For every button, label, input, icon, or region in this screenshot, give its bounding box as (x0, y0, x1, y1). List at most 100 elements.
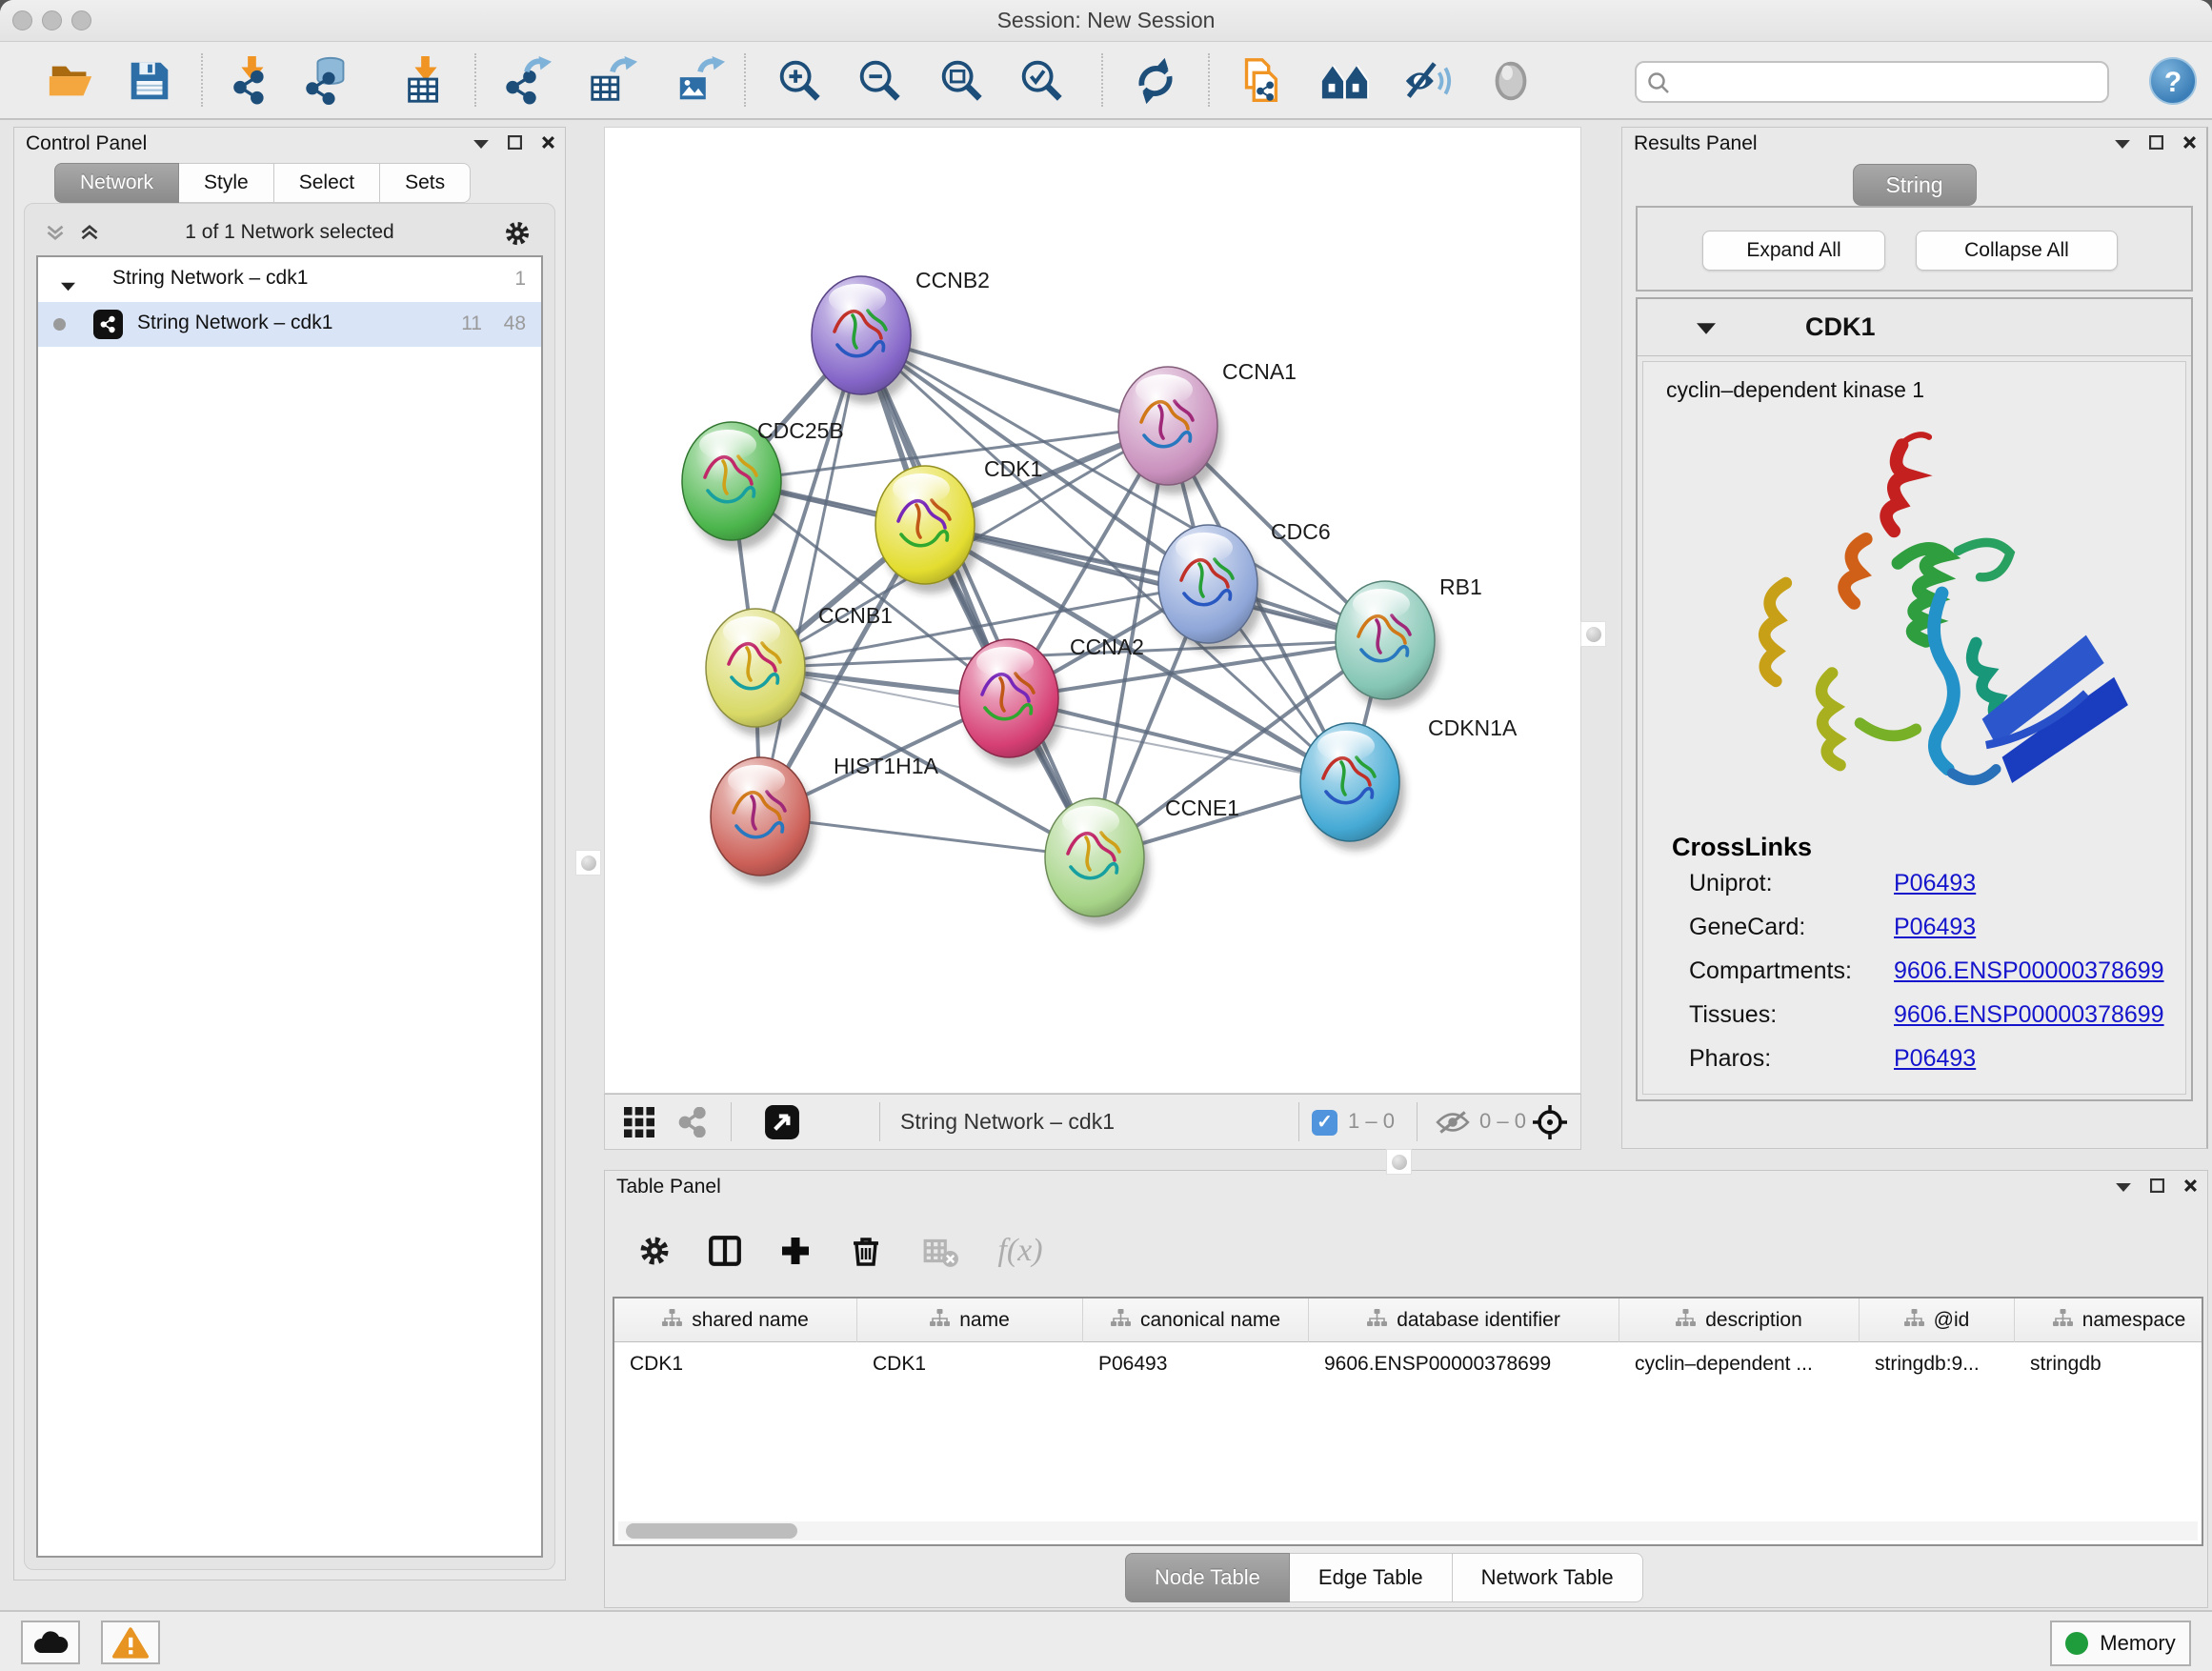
network-node-CDKN1A[interactable] (1300, 723, 1405, 851)
panel-collapse-icon[interactable] (2116, 1179, 2131, 1197)
first-neighbors-button[interactable] (1317, 53, 1373, 109)
crosslink-label: Tissues: (1689, 1001, 1777, 1029)
tab-style[interactable]: Style (179, 163, 274, 203)
column-header-shared-name[interactable]: shared name (614, 1299, 857, 1342)
node-label-HIST1H1A: HIST1H1A (834, 754, 939, 778)
crosslink-link[interactable]: P06493 (1894, 1045, 1976, 1073)
zoom-selected-button[interactable] (1014, 53, 1069, 109)
column-header--id[interactable]: @id (1860, 1299, 2015, 1342)
column-header-canonical-name[interactable]: canonical name (1083, 1299, 1309, 1342)
network-node-CDC6[interactable] (1158, 525, 1263, 653)
network-row-selected[interactable]: String Network – cdk1 11 48 (38, 302, 541, 347)
zoom-out-button[interactable] (852, 53, 907, 109)
share-view-icon[interactable] (668, 1097, 717, 1147)
birds-eye-toggle-icon[interactable] (757, 1097, 807, 1147)
column-header-database-identifier[interactable]: database identifier (1309, 1299, 1619, 1342)
network-graph[interactable]: CCNB2CCNA1CDC25BCDK1CDC6RB1CCNB1CCNA2CDK… (605, 128, 1582, 1095)
bottom-splitter-handle[interactable] (1386, 1149, 1412, 1175)
clone-network-button[interactable] (1233, 53, 1288, 109)
column-header-description[interactable]: description (1619, 1299, 1860, 1342)
tab-network-table[interactable]: Network Table (1453, 1553, 1643, 1602)
network-node-CCNA2[interactable] (959, 639, 1064, 767)
panel-collapse-icon[interactable] (2115, 136, 2130, 153)
delete-column-trash-icon[interactable] (841, 1226, 891, 1276)
panel-close-icon[interactable] (541, 135, 555, 154)
network-node-CCNB2[interactable] (812, 276, 916, 404)
crosslinks-section: CrossLinks Uniprot:P06493GeneCard:P06493… (1643, 833, 2185, 1081)
entry-collapse-icon[interactable] (1697, 322, 1716, 339)
tab-string[interactable]: String (1852, 164, 1976, 206)
open-session-button[interactable] (44, 53, 99, 109)
table-cell[interactable]: stringdb:9... (1860, 1342, 2015, 1386)
show-columns-icon[interactable] (700, 1226, 750, 1276)
network-node-CCNE1[interactable] (1045, 798, 1150, 926)
tab-select[interactable]: Select (274, 163, 380, 203)
export-image-button[interactable] (673, 53, 728, 109)
network-node-HIST1H1A[interactable] (711, 757, 815, 885)
table-cell[interactable]: CDK1 (614, 1342, 857, 1386)
left-splitter-handle[interactable] (575, 850, 601, 876)
grid-mode-icon[interactable] (614, 1097, 664, 1147)
network-options-gear-icon[interactable] (503, 219, 532, 252)
selected-checkbox-icon[interactable]: ✓ (1312, 1110, 1337, 1136)
panel-close-icon[interactable] (2183, 1178, 2198, 1198)
collapse-all-button[interactable]: Collapse All (1916, 231, 2118, 271)
panel-float-icon[interactable] (2149, 135, 2163, 154)
table-cell[interactable]: P06493 (1083, 1342, 1309, 1386)
network-node-RB1[interactable] (1336, 581, 1440, 709)
network-collection-row[interactable]: String Network – cdk1 1 (38, 257, 541, 302)
tab-sets[interactable]: Sets (380, 163, 471, 203)
hide-selected-button[interactable] (1400, 53, 1456, 109)
help-button[interactable]: ? (2149, 57, 2197, 105)
create-column-plus-icon[interactable] (771, 1226, 820, 1276)
table-cell[interactable]: CDK1 (857, 1342, 1083, 1386)
table-horizontal-scrollbar[interactable] (618, 1521, 2198, 1540)
entry-content: cyclin–dependent kinase 1 (1642, 361, 2186, 1095)
memory-button[interactable]: Memory (2050, 1621, 2191, 1666)
save-session-button[interactable] (122, 53, 177, 109)
import-network-from-file-button[interactable] (224, 53, 279, 109)
crosslink-link[interactable]: P06493 (1894, 914, 1976, 941)
network-node-CCNB1[interactable] (706, 609, 811, 736)
tree-expand-icon[interactable] (61, 274, 75, 297)
panel-collapse-icon[interactable] (473, 136, 489, 153)
network-selection-status: 1 of 1 Network selected (25, 221, 554, 244)
show-all-button[interactable] (1483, 53, 1538, 109)
export-network-button[interactable] (499, 53, 554, 109)
export-table-button[interactable] (585, 53, 640, 109)
network-node-CDK1[interactable] (875, 466, 980, 594)
table-cell[interactable]: cyclin–dependent ... (1619, 1342, 1860, 1386)
tab-edge-table[interactable]: Edge Table (1290, 1553, 1453, 1602)
panel-float-icon[interactable] (508, 135, 522, 154)
network-edge[interactable] (861, 335, 1095, 857)
crosslink-link[interactable]: 9606.ENSP00000378699 (1894, 957, 2164, 985)
zoom-fit-content-button[interactable] (934, 53, 989, 109)
tab-node-table[interactable]: Node Table (1125, 1553, 1290, 1602)
search-input[interactable] (1679, 65, 2103, 99)
panel-close-icon[interactable] (2182, 135, 2197, 154)
expand-all-button[interactable]: Expand All (1702, 231, 1885, 271)
entry-header[interactable]: CDK1 (1638, 299, 2191, 356)
table-cell[interactable]: stringdb (2015, 1342, 2203, 1386)
entry-gene-name: CDK1 (1805, 312, 1876, 342)
import-table-from-file-button[interactable] (397, 53, 452, 109)
network-canvas[interactable]: CCNB2CCNA1CDC25BCDK1CDC6RB1CCNB1CCNA2CDK… (604, 127, 1581, 1094)
cloud-status-button[interactable] (21, 1621, 80, 1664)
fit-selected-crosshair-icon[interactable] (1525, 1097, 1575, 1147)
column-header-name[interactable]: name (857, 1299, 1083, 1342)
column-header-namespace[interactable]: namespace (2015, 1299, 2203, 1342)
scrollbar-thumb[interactable] (626, 1523, 797, 1539)
table-settings-gear-icon[interactable] (630, 1226, 679, 1276)
crosslink-link[interactable]: 9606.ENSP00000378699 (1894, 1001, 2164, 1029)
crosslink-link[interactable]: P06493 (1894, 870, 1976, 897)
panel-float-icon[interactable] (2150, 1178, 2164, 1198)
apply-preferred-layout-button[interactable] (1128, 53, 1183, 109)
tab-network[interactable]: Network (54, 163, 179, 203)
import-network-from-database-button[interactable] (301, 53, 356, 109)
right-splitter-handle[interactable] (1580, 621, 1606, 647)
warnings-button[interactable] (101, 1621, 160, 1664)
zoom-in-button[interactable] (772, 53, 827, 109)
network-node-CCNA1[interactable] (1118, 367, 1223, 494)
network-edge[interactable] (760, 335, 861, 816)
table-cell[interactable]: 9606.ENSP00000378699 (1309, 1342, 1619, 1386)
